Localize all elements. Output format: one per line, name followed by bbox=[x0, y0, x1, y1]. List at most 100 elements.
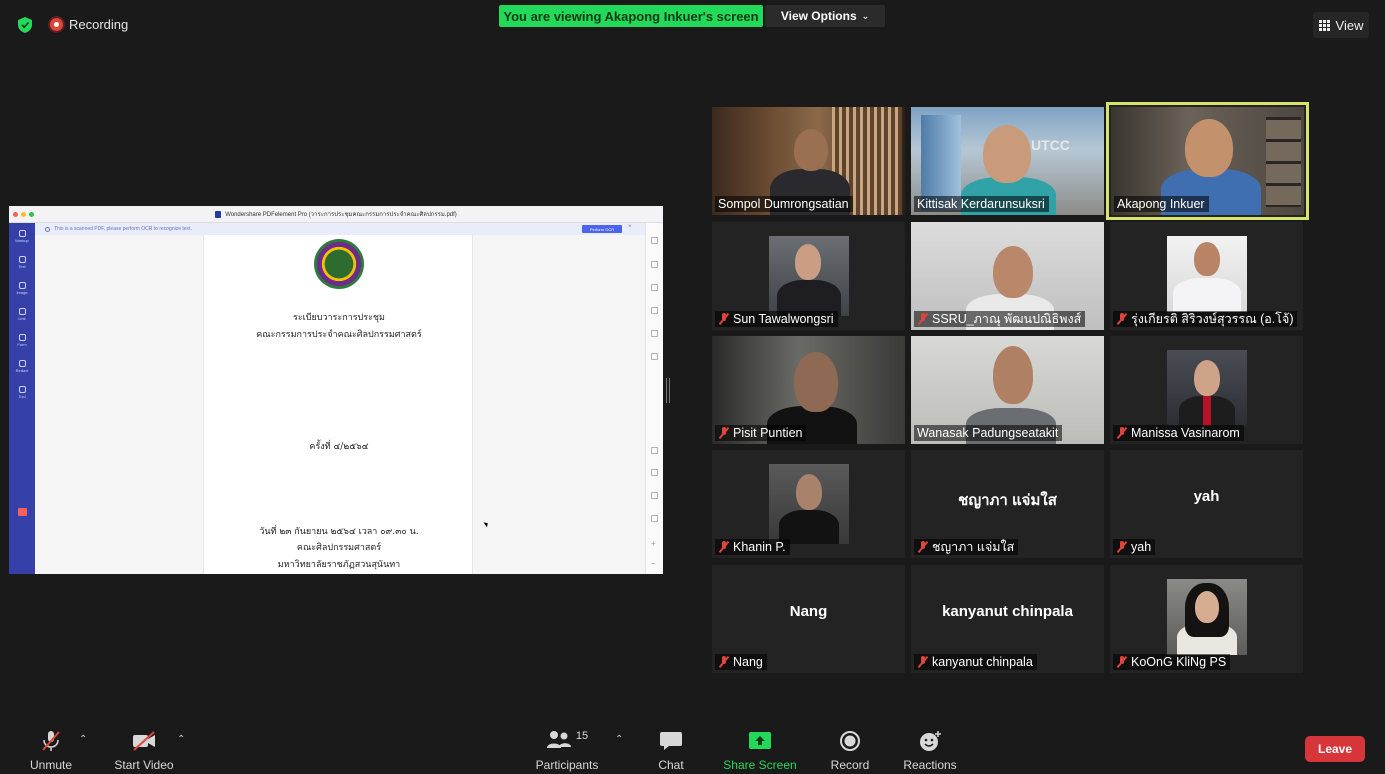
participant-tile[interactable]: Wanasak Padungseataki­t bbox=[911, 336, 1104, 444]
participant-tile[interactable]: Manissa Vasinarom bbox=[1110, 336, 1303, 444]
participant-tile[interactable]: ชญาภา แจ่มใส ชญาภา แจ่มใส bbox=[911, 450, 1104, 558]
participants-label: Participants bbox=[535, 758, 599, 772]
video-feed bbox=[1167, 350, 1247, 426]
participant-name-tag: Kittisak Kerdarunsuksri bbox=[914, 196, 1049, 212]
chevron-down-icon: ⌄ bbox=[861, 10, 870, 21]
maximize-dot-icon bbox=[29, 212, 34, 217]
participant-tile[interactable]: UTCC Kittisak Kerdarunsuksri bbox=[911, 107, 1104, 215]
participants-icon bbox=[546, 731, 571, 748]
start-video-button[interactable]: Start Video bbox=[110, 718, 178, 774]
participant-tile[interactable]: yah yah bbox=[1110, 450, 1303, 558]
smiley-plus-icon bbox=[920, 731, 941, 751]
record-button[interactable]: Record bbox=[826, 718, 874, 774]
sidebar-label: Image bbox=[16, 289, 28, 295]
pdf-page: ระเบียบวาระการประชุม คณะกรรมการประจำคณะศ… bbox=[203, 235, 473, 574]
university-emblem bbox=[314, 239, 364, 289]
sidebar-item-markup: Markup bbox=[9, 223, 35, 249]
video-feed bbox=[769, 236, 849, 316]
person-head bbox=[794, 129, 828, 171]
participant-name: Manissa Vasinarom bbox=[1131, 426, 1240, 440]
ocr-notice-text: This is a scanned PDF, please perform OC… bbox=[54, 226, 192, 232]
participant-display-name: kanyanut chinpala bbox=[942, 603, 1073, 620]
sidebar-item-image: Image bbox=[9, 275, 35, 301]
participant-tile[interactable]: Sun Tawalwongsri bbox=[712, 222, 905, 330]
sidebar-item-redact: Redact bbox=[9, 353, 35, 379]
view-button[interactable]: View bbox=[1313, 12, 1369, 38]
text-icon bbox=[18, 255, 26, 263]
participant-tile[interactable]: kanyanut chinpala kanyanut chinpala bbox=[911, 565, 1104, 673]
page-icon bbox=[651, 261, 658, 268]
unmute-button[interactable]: Unmute bbox=[22, 718, 80, 774]
sidebar-item-text: Text bbox=[9, 249, 35, 275]
record-label: Record bbox=[830, 758, 870, 772]
share-screen-button[interactable]: Share Screen bbox=[722, 718, 798, 774]
participant-tile[interactable]: Khanin P. bbox=[712, 450, 905, 558]
resize-handle[interactable] bbox=[666, 378, 670, 403]
participants-button[interactable]: 15 Participants bbox=[533, 718, 601, 774]
page-view-icon bbox=[651, 469, 658, 476]
video-off-icon bbox=[133, 731, 155, 751]
participant-name: yah bbox=[1131, 540, 1152, 554]
shield-icon[interactable] bbox=[18, 17, 32, 33]
perform-ocr-button: Perform OCR bbox=[582, 225, 622, 233]
muted-mic-icon bbox=[1116, 656, 1128, 668]
muted-mic-icon bbox=[917, 541, 929, 553]
participant-name-tag: Pisit Puntien bbox=[715, 425, 807, 441]
participant-name-tag: Sun Tawalwongsri bbox=[715, 311, 838, 327]
pdf-line: ครั้งที่ ๔/๒๕๖๔ bbox=[309, 442, 369, 452]
person-body bbox=[1173, 278, 1241, 312]
top-bar: Recording You are viewing Akapong Inkuer… bbox=[0, 0, 1385, 50]
pdf-line: คณะกรรมการประจำคณะศิลปกรรมศาสตร์ bbox=[256, 330, 422, 340]
reactions-label: Reactions bbox=[903, 758, 957, 772]
chat-button[interactable]: Chat bbox=[648, 718, 694, 774]
participant-tile[interactable]: รุ่งเกียรติ สิริวงษ์สุวรรณ (อ.โจ้) bbox=[1110, 222, 1303, 330]
participant-tile[interactable]: Nang Nang bbox=[712, 565, 905, 673]
sidebar-item-form: Form bbox=[9, 327, 35, 353]
participant-name: รุ่งเกียรติ สิริวงษ์สุวรรณ (อ.โจ้) bbox=[1131, 312, 1294, 326]
muted-mic-icon bbox=[718, 427, 730, 439]
participant-name-tag: รุ่งเกียรติ สิริวงษ์สุวรรณ (อ.โจ้) bbox=[1113, 311, 1298, 327]
person-head bbox=[796, 474, 822, 510]
share-screen-icon bbox=[749, 732, 771, 749]
participant-tile[interactable]: Sompol Dumrongsatian bbox=[712, 107, 905, 215]
sidebar-label: Tool bbox=[18, 393, 26, 399]
zoom-out-icon: − bbox=[651, 559, 656, 568]
video-feed bbox=[769, 464, 849, 544]
shared-screen[interactable]: Wondershare PDFelement Pro (วาระการประชุ… bbox=[9, 206, 663, 574]
bookmark-icon bbox=[651, 284, 658, 291]
pdf-document-area: ระเบียบวาระการประชุม คณะกรรมการประจำคณะศ… bbox=[35, 235, 645, 574]
recording-icon bbox=[50, 18, 63, 31]
participant-tile[interactable]: KoOnG KliNg PS bbox=[1110, 565, 1303, 673]
leave-button[interactable]: Leave bbox=[1305, 736, 1365, 762]
person-head bbox=[794, 352, 838, 412]
start-video-label: Start Video bbox=[114, 758, 174, 772]
reactions-button[interactable]: Reactions bbox=[900, 718, 960, 774]
person-head bbox=[1194, 360, 1220, 396]
minimize-dot-icon bbox=[21, 212, 26, 217]
video-options-caret-icon[interactable]: ⌃ bbox=[177, 734, 185, 745]
audio-options-caret-icon[interactable]: ⌃ bbox=[79, 734, 87, 745]
participant-display-name: yah bbox=[1193, 488, 1220, 505]
participant-name-tag: Khanin P. bbox=[715, 539, 790, 555]
view-options-button[interactable]: View Options ⌄ bbox=[765, 5, 885, 27]
sidebar-label: Markup bbox=[15, 237, 29, 243]
sidebar-item-tool: Tool bbox=[9, 379, 35, 405]
person-head bbox=[1195, 591, 1219, 623]
participants-icon-row: 15 bbox=[546, 730, 588, 752]
sidebar-label: Link bbox=[18, 315, 26, 321]
meeting-controls-toolbar: Unmute ⌃ Start Video ⌃ 15 Participants ⌃… bbox=[0, 718, 1385, 774]
info-icon bbox=[45, 226, 50, 232]
participant-name: Khanin P. bbox=[733, 540, 786, 554]
participant-tile[interactable]: SSRU_ภาณุ พัฒนปณิธิพงส์ bbox=[911, 222, 1104, 330]
participant-tile[interactable]: Pisit Puntien bbox=[712, 336, 905, 444]
recording-label[interactable]: Recording bbox=[69, 17, 128, 32]
pdf-window-title: Wondershare PDFelement Pro (วาระการประชุ… bbox=[225, 212, 457, 218]
tool-icon bbox=[18, 385, 26, 393]
participant-name: Nang bbox=[733, 655, 763, 669]
participant-name: Sompol Dumrongsatian bbox=[718, 197, 849, 211]
zoom-in-icon: + bbox=[651, 539, 656, 548]
participants-caret-icon[interactable]: ⌃ bbox=[615, 734, 623, 745]
pdf-window-titlebar: Wondershare PDFelement Pro (วาระการประชุ… bbox=[9, 206, 663, 223]
participant-name-tag: Nang bbox=[715, 654, 767, 670]
participant-tile-active-speaker[interactable]: Akapong Inkuer bbox=[1106, 102, 1309, 220]
